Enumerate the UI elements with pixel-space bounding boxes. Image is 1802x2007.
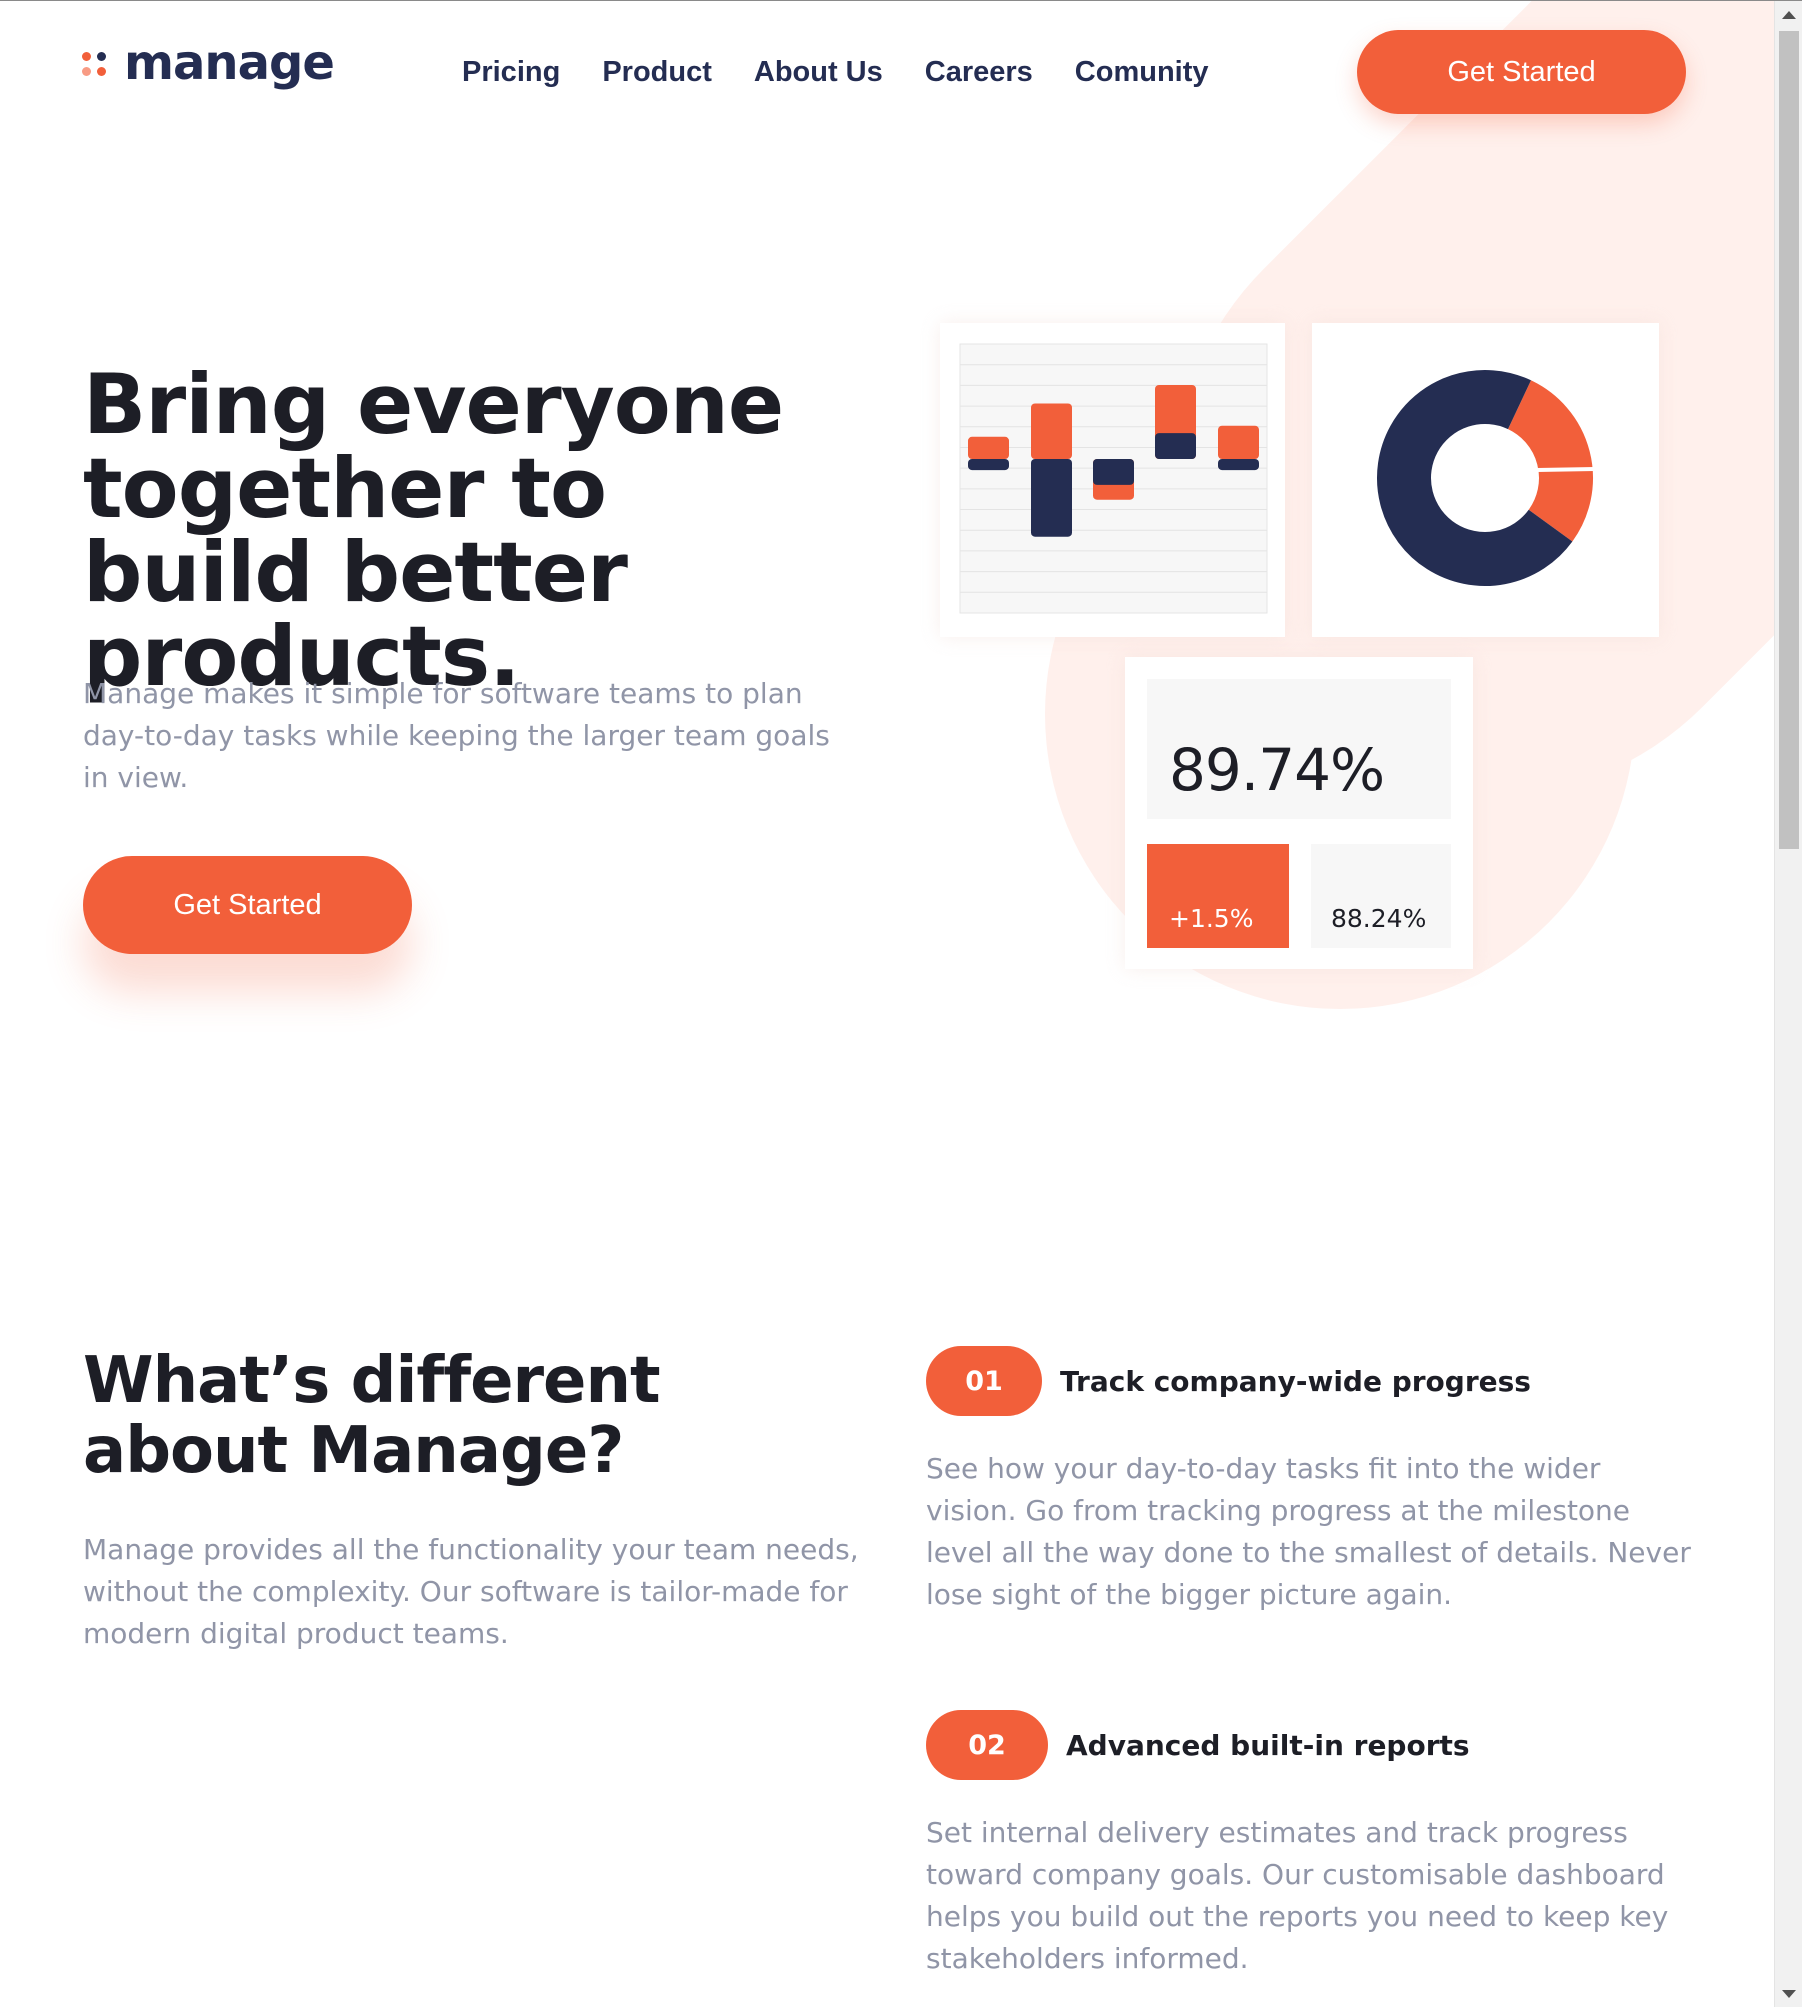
main-nav: Pricing Product About Us Careers Comunit…	[462, 53, 1251, 91]
hero-subtitle: Manage makes it simple for software team…	[83, 677, 830, 794]
hero-title: Bring everyone together to build better …	[83, 356, 784, 705]
logo-wordmark: manage	[124, 35, 335, 91]
bar-chart-bar	[1031, 403, 1072, 459]
logo[interactable]: manage	[82, 35, 335, 91]
metric-secondary-panel: 88.24%	[1311, 844, 1451, 948]
nav-link-pricing[interactable]: Pricing	[462, 53, 560, 91]
bar-chart	[959, 343, 1268, 614]
bar-chart-bar	[1093, 459, 1134, 485]
donut-chart-card	[1312, 323, 1659, 637]
hero-get-started-button[interactable]: Get Started	[83, 856, 412, 954]
metric-delta-text: +1.5%	[1169, 904, 1254, 933]
bar-chart-card	[940, 323, 1285, 637]
feature-title: Track company-wide progress	[1060, 1364, 1531, 1398]
metric-value: 89.74%	[1169, 736, 1385, 804]
metric-delta-badge: +1.5%	[1147, 844, 1289, 948]
nav-link-careers[interactable]: Careers	[925, 53, 1033, 91]
scrollbar-thumb[interactable]	[1779, 31, 1799, 849]
scroll-up-arrow-icon[interactable]	[1782, 11, 1796, 19]
feature-description: See how your day-to-day tasks fit into t…	[926, 1452, 1691, 1611]
features-subtitle: Manage provides all the functionality yo…	[83, 1533, 859, 1650]
feature-item: 02 Advanced built-in reports Set interna…	[926, 1710, 1696, 1980]
donut-chart-slice	[1507, 380, 1593, 542]
bar-chart-bar	[968, 436, 1009, 459]
header-get-started-button[interactable]: Get Started	[1357, 30, 1686, 114]
page: manage Pricing Product About Us Careers …	[0, 0, 1802, 2007]
donut-chart-separator	[1536, 467, 1596, 472]
nav-link-about-us[interactable]: About Us	[754, 53, 883, 91]
bar-chart-bar	[1031, 459, 1072, 537]
bar-chart-bar	[968, 459, 1009, 471]
donut-chart	[1377, 370, 1596, 586]
feature-title: Advanced built-in reports	[1066, 1728, 1470, 1762]
scroll-down-arrow-icon[interactable]	[1782, 1990, 1796, 1998]
metric-main-panel: 89.74%	[1147, 679, 1451, 819]
vertical-scrollbar[interactable]	[1774, 1, 1802, 2007]
nav-link-product[interactable]: Product	[602, 53, 712, 91]
bar-chart-bar	[1155, 433, 1196, 459]
metric-card: 89.74% +1.5% 88.24%	[1125, 657, 1473, 969]
nav-link-comunity[interactable]: Comunity	[1075, 53, 1209, 91]
feature-number-badge: 01	[926, 1346, 1042, 1416]
logo-dots-icon	[82, 48, 112, 78]
bar-chart-bar	[1218, 459, 1259, 471]
feature-number-badge: 02	[926, 1710, 1048, 1780]
features-title: What’s different about Manage?	[83, 1344, 661, 1488]
feature-description: Set internal delivery estimates and trac…	[926, 1816, 1669, 1975]
metric-secondary-text: 88.24%	[1331, 904, 1427, 933]
feature-item: 01 Track company-wide progress See how y…	[926, 1346, 1696, 1616]
bar-chart-bar	[1218, 425, 1259, 459]
